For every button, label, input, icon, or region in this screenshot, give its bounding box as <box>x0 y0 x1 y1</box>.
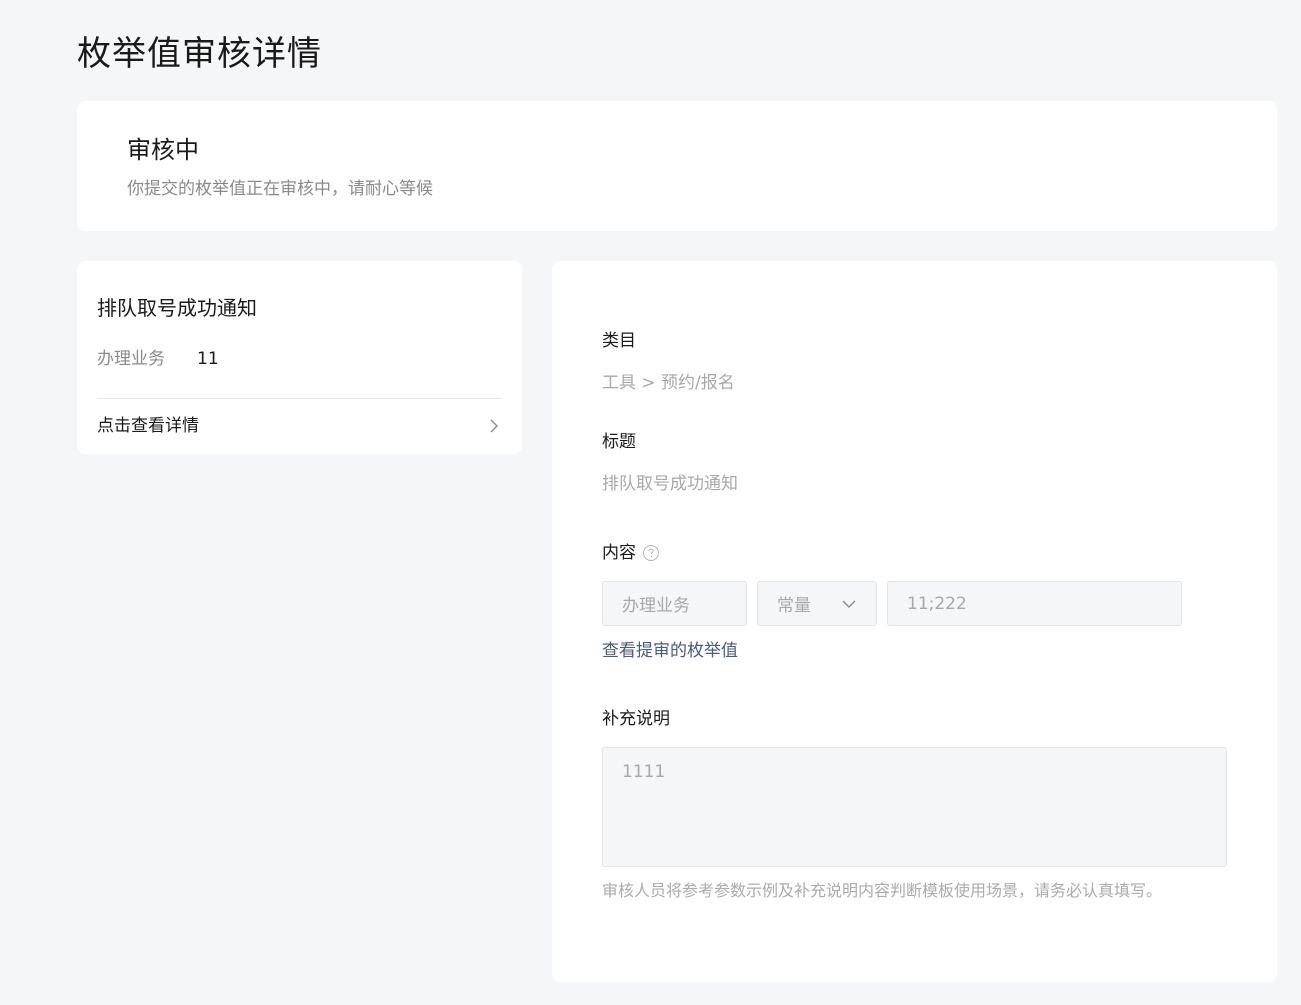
content-field-value-input[interactable]: 11;222 <box>887 581 1182 626</box>
content-field-name: 办理业务 <box>622 596 690 616</box>
chevron-right-icon <box>486 418 502 434</box>
status-card: 审核中 你提交的枚举值正在审核中，请耐心等候 <box>77 101 1277 231</box>
preview-divider <box>97 398 502 399</box>
view-details-link[interactable]: 点击查看详情 <box>97 414 502 438</box>
question-circle-icon[interactable] <box>642 544 660 562</box>
chevron-down-icon <box>841 599 857 609</box>
preview-row-value: 11 <box>197 349 219 369</box>
status-description: 你提交的枚举值正在审核中，请耐心等候 <box>127 179 433 199</box>
preview-row: 办理业务 11 <box>97 347 219 371</box>
template-preview-card: 排队取号成功通知 办理业务 11 点击查看详情 <box>77 261 522 454</box>
content-field-name-input[interactable]: 办理业务 <box>602 581 747 626</box>
supplement-label: 补充说明 <box>602 709 670 729</box>
page-title: 枚举值审核详情 <box>77 34 322 74</box>
supplement-value: 1111 <box>622 762 666 782</box>
content-field-type-select[interactable]: 常量 <box>757 581 877 626</box>
content-field-value: 11;222 <box>907 593 967 614</box>
category-value: 工具 > 预约/报名 <box>602 373 735 393</box>
content-field-type: 常量 <box>777 596 811 616</box>
title-value: 排队取号成功通知 <box>602 474 738 494</box>
content-label-row: 内容 <box>602 541 660 565</box>
supplement-textarea[interactable]: 1111 <box>602 747 1227 867</box>
title-label: 标题 <box>602 432 636 452</box>
preview-row-key: 办理业务 <box>97 349 165 369</box>
detail-card: 类目 工具 > 预约/报名 标题 排队取号成功通知 内容 办理业务 常量 11;… <box>552 261 1277 982</box>
page: 枚举值审核详情 审核中 你提交的枚举值正在审核中，请耐心等候 排队取号成功通知 … <box>0 0 1301 1005</box>
category-label: 类目 <box>602 331 636 351</box>
view-enum-values-link[interactable]: 查看提审的枚举值 <box>602 639 738 663</box>
supplement-hint: 审核人员将参考参数示例及补充说明内容判断模板使用场景，请务必认真填写。 <box>602 881 1163 900</box>
status-title: 审核中 <box>127 136 199 164</box>
preview-title: 排队取号成功通知 <box>97 296 257 320</box>
content-label: 内容 <box>602 543 636 563</box>
view-details-label: 点击查看详情 <box>97 416 199 436</box>
